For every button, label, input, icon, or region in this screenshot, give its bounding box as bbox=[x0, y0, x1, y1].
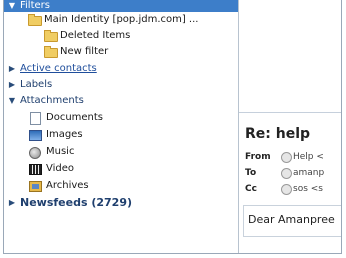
sidebar-item-label: Music bbox=[46, 146, 75, 157]
sidebar-item-label: Documents bbox=[46, 112, 104, 123]
sidebar-item-label: Archives bbox=[46, 180, 89, 191]
message-subject: Re: help bbox=[245, 126, 311, 142]
sidebar-item-label: New filter bbox=[60, 46, 109, 57]
chevron-right-icon[interactable]: ▶ bbox=[7, 195, 17, 211]
music-icon bbox=[29, 147, 41, 159]
video-icon bbox=[29, 164, 42, 175]
sidebar-item-label: Labels bbox=[20, 79, 53, 90]
message-body-text: Dear Amanpree bbox=[248, 213, 335, 226]
chevron-right-icon[interactable]: ▶ bbox=[7, 77, 17, 93]
sidebar-item-label: Attachments bbox=[20, 95, 84, 106]
contact-icon bbox=[281, 168, 292, 179]
sidebar-item-label: Filters bbox=[20, 0, 50, 11]
to-label: To bbox=[245, 168, 257, 178]
contact-icon bbox=[281, 184, 292, 195]
sidebar-item-label: Video bbox=[46, 163, 75, 174]
folder-icon bbox=[44, 46, 58, 58]
cc-label: Cc bbox=[245, 184, 257, 194]
reading-pane: Re: help From Help < To amanp Cc sos <s … bbox=[239, 0, 341, 253]
to-value[interactable]: amanp bbox=[293, 166, 324, 180]
folder-icon bbox=[44, 30, 58, 42]
sidebar-item-label: Images bbox=[46, 129, 83, 140]
cc-value[interactable]: sos <s bbox=[293, 182, 323, 196]
contact-icon bbox=[281, 152, 292, 163]
from-value[interactable]: Help < bbox=[293, 150, 324, 164]
archive-icon bbox=[29, 181, 42, 192]
folder-sidebar: ▼ Filters Main Identity [pop.jdm.com] ..… bbox=[4, 0, 239, 253]
chevron-down-icon[interactable]: ▼ bbox=[7, 0, 17, 12]
image-icon bbox=[29, 130, 42, 141]
chevron-right-icon[interactable]: ▶ bbox=[7, 61, 17, 77]
folder-icon bbox=[28, 14, 42, 26]
message-list[interactable] bbox=[239, 0, 341, 113]
from-label: From bbox=[245, 152, 271, 162]
message-body[interactable]: Dear Amanpree bbox=[243, 205, 341, 237]
sidebar-item-filters[interactable]: ▼ Filters bbox=[4, 0, 238, 12]
mail-window: ▼ Filters Main Identity [pop.jdm.com] ..… bbox=[3, 0, 342, 254]
sidebar-item-label: Newsfeeds (2729) bbox=[20, 196, 133, 209]
document-icon bbox=[30, 112, 41, 125]
sidebar-item-label[interactable]: Active contacts bbox=[20, 61, 97, 77]
chevron-down-icon[interactable]: ▼ bbox=[7, 93, 17, 109]
sidebar-item-label: Main Identity [pop.jdm.com] ... bbox=[44, 14, 199, 25]
sidebar-item-label: Deleted Items bbox=[60, 30, 131, 41]
